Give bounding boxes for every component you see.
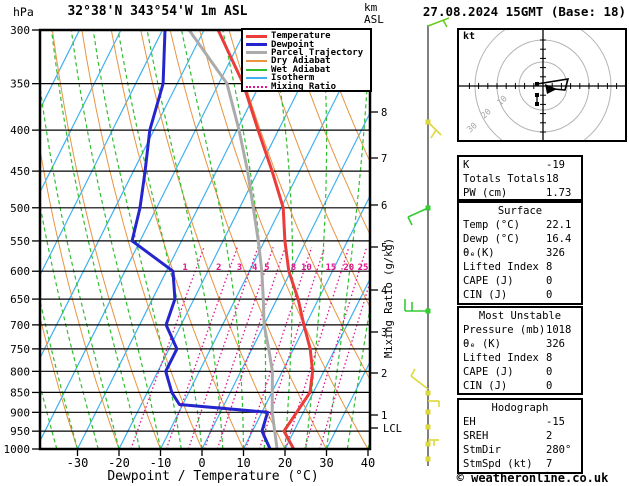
wind-barb [410,368,416,377]
svg-text:500: 500 [10,202,30,215]
svg-text:20: 20 [278,456,292,470]
legend-line-swatch [246,77,267,80]
dewpoint-curve [130,31,272,448]
svg-text:900: 900 [10,406,30,419]
legend-item: Mixing Ratio [243,81,370,92]
wind-barb-dot [425,308,431,314]
legend-line-swatch [246,34,267,38]
legend-item-label: Isotherm [271,73,315,84]
svg-text:10: 10 [236,456,250,470]
wind-barb-column [404,17,450,466]
svg-text:450: 450 [10,165,30,178]
svg-text:8: 8 [381,107,387,119]
svg-text:400: 400 [10,124,30,137]
svg-text:-20: -20 [108,456,130,470]
mixing-ratio-axis-label: Mixing Ratio (g/kg) [383,238,395,358]
svg-text:-30: -30 [67,456,89,470]
svg-text:700: 700 [10,319,30,332]
svg-text:7: 7 [381,153,387,165]
svg-text:2: 2 [381,368,387,380]
wind-barb-dot [425,205,431,211]
svg-text:1: 1 [182,263,187,273]
svg-text:40: 40 [361,456,375,470]
lcl-label: LCL [383,423,402,435]
skewt-background-lines [41,31,369,448]
svg-text:350: 350 [10,78,30,91]
svg-text:3: 3 [237,263,242,273]
svg-text:4: 4 [252,263,258,273]
legend-line-swatch [246,60,267,63]
svg-text:300: 300 [10,24,30,37]
wind-barb [407,216,413,226]
svg-text:2: 2 [216,263,221,273]
svg-text:800: 800 [10,365,30,378]
svg-text:0: 0 [198,456,205,470]
legend-item-label: Mixing Ratio [271,81,337,92]
svg-text:-10: -10 [150,456,172,470]
svg-text:750: 750 [10,343,30,356]
legend-item-label: Temperature [271,31,331,42]
svg-text:20: 20 [343,263,354,273]
wind-barb [442,19,448,28]
legend-line-swatch [246,51,267,55]
wind-barb-dot [425,456,431,462]
wind-barb [430,129,437,139]
svg-text:950: 950 [10,425,30,438]
legend-line-swatch [246,43,267,47]
legend-line-swatch [246,85,267,88]
wind-barb-dot [425,390,431,396]
wind-barb-dot [425,409,431,415]
svg-text:5: 5 [264,263,269,273]
legend: Temperature Dewpoint Parcel Trajectory Dry … [241,28,372,92]
svg-text:6: 6 [381,200,387,212]
svg-text:650: 650 [10,293,30,306]
svg-text:25: 25 [358,263,369,273]
wind-barb [410,375,429,390]
sounding-curves [130,31,315,448]
svg-text:10: 10 [301,263,312,273]
svg-text:1000: 1000 [4,443,31,456]
svg-text:30: 30 [319,456,333,470]
wind-barb-dot [425,119,431,125]
svg-text:15: 15 [325,263,336,273]
wind-barb [407,207,429,218]
x-axis-title: Dewpoint / Temperature (°C) [107,469,318,484]
skewt-sounding-app: 1 2 3 4 5 8 10 15 20 25 300 350 400 450 500 550 600 650 70… [0,0,629,486]
svg-text:550: 550 [10,235,30,248]
svg-text:8: 8 [291,263,296,273]
svg-text:1: 1 [381,410,387,422]
wind-barb-dot [425,441,431,447]
hodograph-unit-label: kt [463,31,476,42]
legend-line-swatch [246,68,267,71]
svg-text:850: 850 [10,386,30,399]
svg-text:600: 600 [10,265,30,278]
wind-barb-dot [425,424,431,430]
